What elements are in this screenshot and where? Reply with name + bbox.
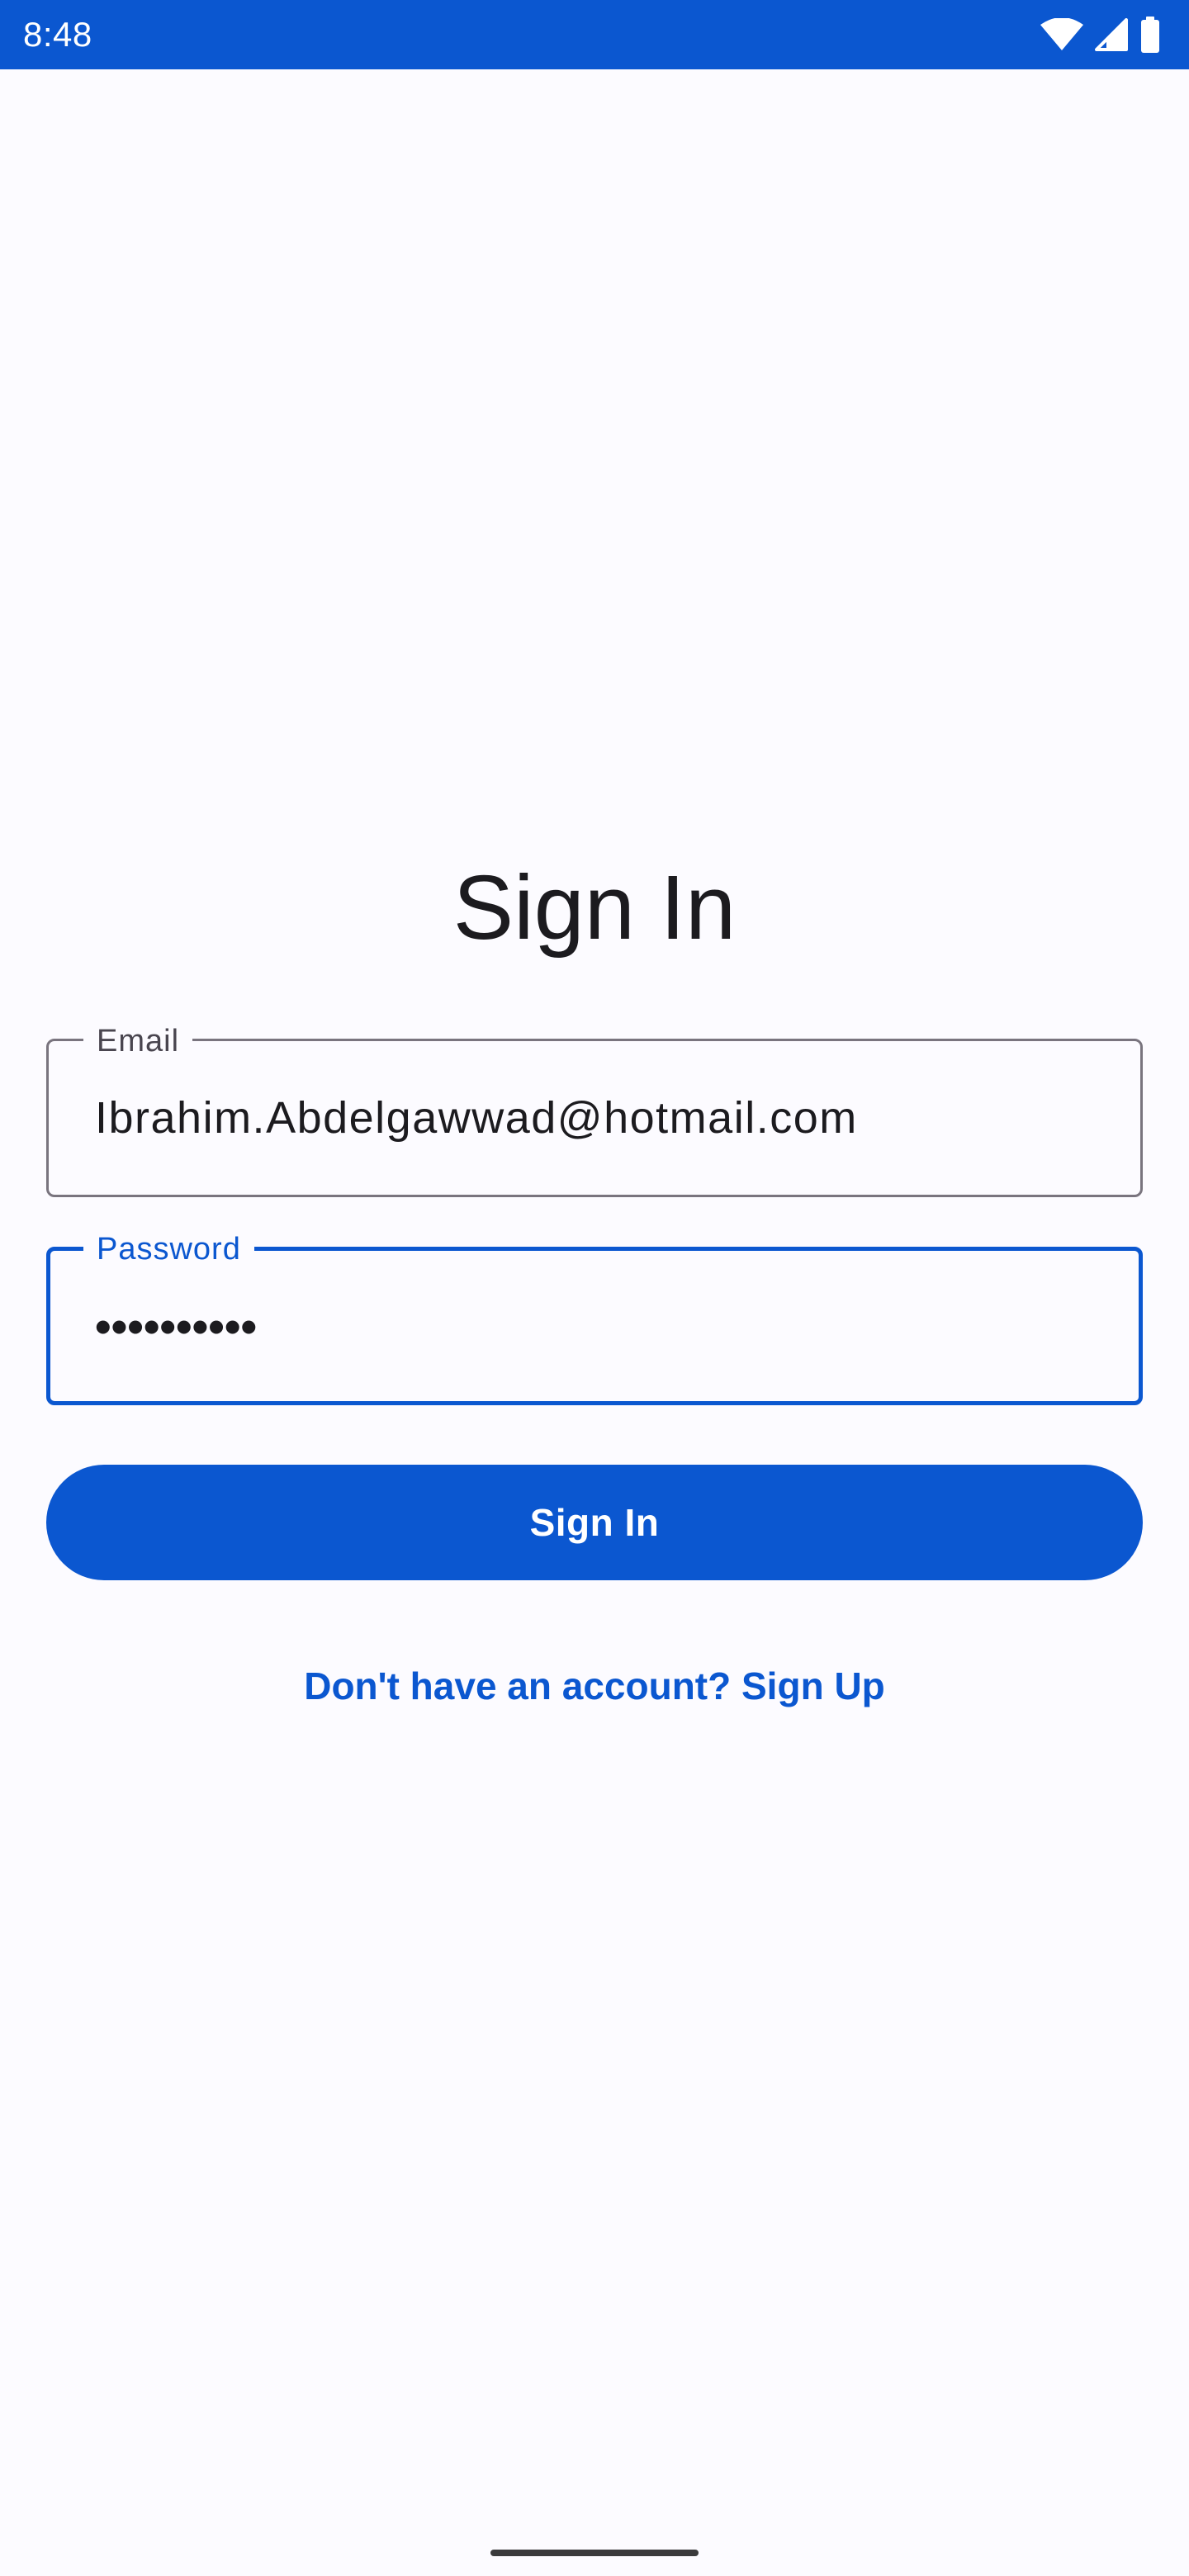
sign-in-button[interactable]: Sign In bbox=[46, 1465, 1143, 1580]
gesture-navigation-bar[interactable] bbox=[490, 2550, 699, 2556]
status-bar: 8:48 bbox=[0, 0, 1189, 69]
cellular-signal-icon bbox=[1095, 18, 1128, 51]
status-icons bbox=[1040, 17, 1161, 53]
email-field[interactable]: Email Ibrahim.Abdelgawwad@hotmail.com bbox=[46, 1023, 1143, 1197]
email-field-value[interactable]: Ibrahim.Abdelgawwad@hotmail.com bbox=[95, 1041, 858, 1195]
battery-icon bbox=[1139, 17, 1161, 53]
sign-up-link[interactable]: Don't have an account? Sign Up bbox=[0, 1660, 1189, 1712]
page-title: Sign In bbox=[452, 857, 737, 959]
password-field-value[interactable]: •••••••••• bbox=[95, 1251, 257, 1401]
status-time: 8:48 bbox=[23, 15, 92, 54]
password-field[interactable]: Password •••••••••• bbox=[46, 1231, 1143, 1405]
wifi-icon bbox=[1040, 18, 1083, 51]
